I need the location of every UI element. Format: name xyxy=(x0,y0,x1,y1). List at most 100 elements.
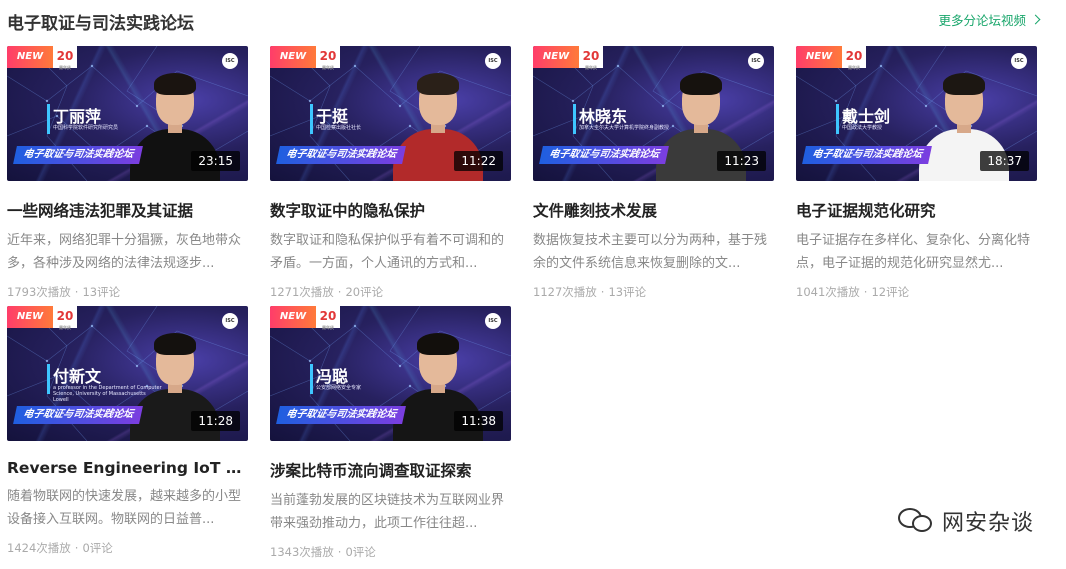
anniversary-number: 20 xyxy=(56,49,74,63)
isc-logo: ISC xyxy=(748,53,764,69)
video-description: 随着物联网的快速发展，越来越多的小型设备接入互联网。物联网的日益普... xyxy=(7,489,242,527)
speaker-accent-bar xyxy=(310,104,313,134)
watermark-text: 网安杂谈 xyxy=(941,511,1034,536)
anniversary-sub: 周年庆 xyxy=(585,65,597,70)
video-title[interactable]: Reverse Engineering IoT Dev... xyxy=(7,459,248,477)
play-count: 1343次播放 xyxy=(270,545,334,559)
play-count: 1271次播放 xyxy=(270,285,334,299)
more-forum-videos-link[interactable]: 更多分论坛视频 xyxy=(938,10,1041,29)
speaker-accent-bar xyxy=(47,364,50,394)
speaker-name: 冯聪 xyxy=(316,367,349,386)
video-title[interactable]: 数字取证中的隐私保护 xyxy=(270,199,511,221)
video-thumbnail[interactable]: NEW 20 周年庆 ISC 丁丽萍 中国科学院软件研究所研究员 电子取证与司法… xyxy=(7,46,248,181)
anniversary-badge: 20 周年庆 xyxy=(53,46,77,70)
anniversary-sub: 周年庆 xyxy=(322,325,334,330)
forum-tag: 电子取证与司法实践论坛 xyxy=(13,146,143,164)
anniversary-number: 20 xyxy=(319,309,337,323)
comment-count: 0评论 xyxy=(82,541,113,555)
video-duration: 11:38 xyxy=(454,411,503,431)
speaker-role: 中国检察出版社社长 xyxy=(316,125,362,131)
anniversary-number: 20 xyxy=(319,49,337,63)
comment-count: 20评论 xyxy=(345,285,384,299)
video-duration: 18:37 xyxy=(980,151,1029,171)
anniversary-number: 20 xyxy=(845,49,863,63)
anniversary-number: 20 xyxy=(56,309,74,323)
chevron-right-icon xyxy=(1030,14,1041,25)
video-card[interactable]: NEW 20 周年庆 ISC 戴士剑 中国政法大学教授 电子取证与司法实践论坛 … xyxy=(796,46,1037,300)
comment-count: 13评论 xyxy=(82,285,121,299)
page-title: 电子取证与司法实践论坛 xyxy=(7,14,194,34)
speaker-name: 丁丽萍 xyxy=(53,107,102,126)
isc-logo: ISC xyxy=(222,53,238,69)
speaker-name: 林晓东 xyxy=(579,107,628,126)
speaker-accent-bar xyxy=(47,104,50,134)
video-card[interactable]: NEW 20 周年庆 ISC 于挺 中国检察出版社社长 电子取证与司法实践论坛 … xyxy=(270,46,511,300)
isc-logo: ISC xyxy=(485,53,501,69)
isc-logo: ISC xyxy=(222,313,238,329)
video-description: 近年来，网络犯罪十分猖獗，灰色地带众多，各种涉及网络的法律法规逐步... xyxy=(7,233,242,271)
anniversary-badge: 20 周年庆 xyxy=(53,306,77,330)
video-duration: 23:15 xyxy=(191,151,240,171)
speaker-name: 戴士剑 xyxy=(842,107,891,126)
forum-tag: 电子取证与司法实践论坛 xyxy=(13,406,143,424)
video-title[interactable]: 电子证据规范化研究 xyxy=(796,199,1037,221)
video-card[interactable]: NEW 20 周年庆 ISC 丁丽萍 中国科学院软件研究所研究员 电子取证与司法… xyxy=(7,46,248,300)
anniversary-sub: 周年庆 xyxy=(59,65,71,70)
video-thumbnail[interactable]: NEW 20 周年庆 ISC 林晓东 加拿大圭尔夫大学计算机学院终身副教授 电子… xyxy=(533,46,774,181)
section-header: 电子取证与司法实践论坛 更多分论坛视频 xyxy=(7,6,1041,36)
video-stats: 1271次播放 · 20评论 xyxy=(270,285,384,299)
video-description: 当前蓬勃发展的区块链技术为互联网业界带来强劲推动力，此项工作往往超... xyxy=(270,493,505,531)
video-stats: 1793次播放 · 13评论 xyxy=(7,285,121,299)
speaker-accent-bar xyxy=(573,104,576,134)
video-duration: 11:22 xyxy=(454,151,503,171)
speaker-role: 加拿大圭尔夫大学计算机学院终身副教授 xyxy=(579,125,670,131)
video-stats: 1424次播放 · 0评论 xyxy=(7,541,113,555)
anniversary-badge: 20 周年庆 xyxy=(316,306,340,330)
forum-tag: 电子取证与司法实践论坛 xyxy=(276,406,406,424)
video-duration: 11:28 xyxy=(191,411,240,431)
new-badge: NEW xyxy=(533,46,579,68)
video-title[interactable]: 一些网络违法犯罪及其证据 xyxy=(7,199,248,221)
forum-tag: 电子取证与司法实践论坛 xyxy=(539,146,669,164)
video-title[interactable]: 文件雕刻技术发展 xyxy=(533,199,774,221)
anniversary-number: 20 xyxy=(582,49,600,63)
video-title[interactable]: 涉案比特币流向调查取证探索 xyxy=(270,459,511,481)
speaker-role: 公安部网络安全专家 xyxy=(316,385,362,391)
more-link-label: 更多分论坛视频 xyxy=(938,13,1026,28)
play-count: 1424次播放 xyxy=(7,541,71,555)
video-description: 电子证据存在多样化、复杂化、分离化特点，电子证据的规范化研究显然尤... xyxy=(796,233,1031,271)
anniversary-badge: 20 周年庆 xyxy=(842,46,866,70)
speaker-name: 付新文 xyxy=(53,367,102,386)
speaker-name: 于挺 xyxy=(316,107,349,126)
video-description: 数据恢复技术主要可以分为两种，基于残余的文件系统信息来恢复删除的文... xyxy=(533,233,768,271)
forum-tag: 电子取证与司法实践论坛 xyxy=(276,146,406,164)
new-badge: NEW xyxy=(7,306,53,328)
video-card[interactable]: NEW 20 周年庆 ISC 冯聪 公安部网络安全专家 电子取证与司法实践论坛 … xyxy=(270,306,511,560)
video-thumbnail[interactable]: NEW 20 周年庆 ISC 戴士剑 中国政法大学教授 电子取证与司法实践论坛 … xyxy=(796,46,1037,181)
play-count: 1041次播放 xyxy=(796,285,860,299)
comment-count: 12评论 xyxy=(871,285,910,299)
anniversary-badge: 20 周年庆 xyxy=(579,46,603,70)
play-count: 1127次播放 xyxy=(533,285,597,299)
video-thumbnail[interactable]: NEW 20 周年庆 ISC 于挺 中国检察出版社社长 电子取证与司法实践论坛 … xyxy=(270,46,511,181)
video-card[interactable]: NEW 20 周年庆 ISC 付新文 a professor in the De… xyxy=(7,306,248,556)
wechat-icon xyxy=(897,508,934,534)
speaker-role: 中国科学院软件研究所研究员 xyxy=(53,125,119,131)
speaker-role: a professor in the Department of Compute… xyxy=(53,385,162,403)
video-card[interactable]: NEW 20 周年庆 ISC 林晓东 加拿大圭尔夫大学计算机学院终身副教授 电子… xyxy=(533,46,774,300)
video-description: 数字取证和隐私保护似乎有着不可调和的矛盾。一方面，个人通讯的方式和... xyxy=(270,233,505,271)
new-badge: NEW xyxy=(270,306,316,328)
anniversary-badge: 20 周年庆 xyxy=(316,46,340,70)
video-stats: 1041次播放 · 12评论 xyxy=(796,285,910,299)
isc-logo: ISC xyxy=(485,313,501,329)
video-thumbnail[interactable]: NEW 20 周年庆 ISC 冯聪 公安部网络安全专家 电子取证与司法实践论坛 … xyxy=(270,306,511,441)
video-thumbnail[interactable]: NEW 20 周年庆 ISC 付新文 a professor in the De… xyxy=(7,306,248,441)
new-badge: NEW xyxy=(7,46,53,68)
video-stats: 1127次播放 · 13评论 xyxy=(533,285,647,299)
isc-logo: ISC xyxy=(1011,53,1027,69)
play-count: 1793次播放 xyxy=(7,285,71,299)
comment-count: 13评论 xyxy=(608,285,647,299)
speaker-accent-bar xyxy=(310,364,313,394)
anniversary-sub: 周年庆 xyxy=(59,325,71,330)
video-duration: 11:23 xyxy=(717,151,766,171)
